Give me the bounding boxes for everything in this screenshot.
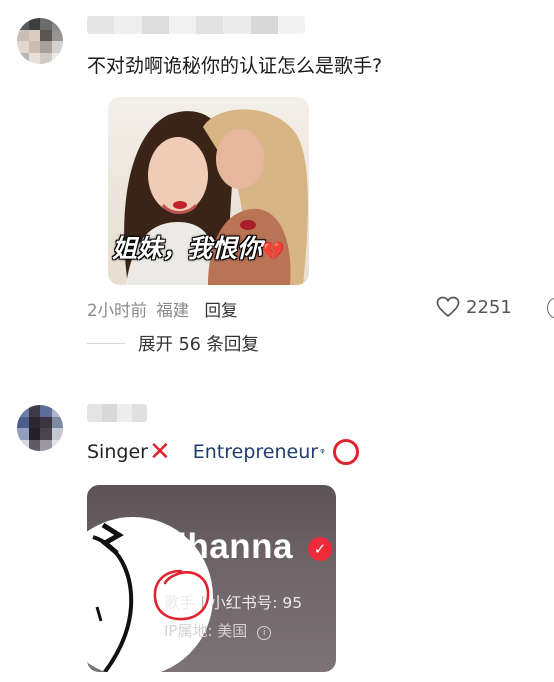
divider-line [87, 343, 125, 344]
expand-replies-label[interactable]: 展开 56 条回复 [138, 331, 259, 356]
comment-location: 福建 [156, 301, 190, 320]
expand-replies[interactable]: 展开 56 条回复 [87, 331, 259, 356]
comment-bubble-icon[interactable] [547, 298, 554, 318]
verified-check-icon: ✓ [308, 537, 332, 561]
profile-ip-line: IP属地: 美国 i [164, 620, 272, 641]
meme-image[interactable]: 姐妹，我恨你💔 [108, 97, 309, 285]
cross-mark-icon: ✕ [148, 437, 171, 467]
comment-meta: 2小时前 福建 回复 [87, 297, 238, 321]
profile-name: rihanna [163, 527, 293, 566]
circle-mark-icon [332, 439, 359, 465]
like-button[interactable]: 2251 [436, 296, 512, 318]
profile-id: 小红书号: 95 [210, 594, 303, 612]
profile-ip: IP属地: 美国 [164, 622, 248, 640]
profile-screenshot-image[interactable]: rihanna ✓ 歌手 | 小红书号: 95 IP属地: 美国 i [87, 485, 336, 672]
entrepreneur-link[interactable]: Entrepreneur [193, 441, 318, 463]
search-icon[interactable]: ᵠ [320, 446, 325, 459]
broken-heart-icon: 💔 [262, 241, 285, 262]
meme-caption: 姐妹，我恨你💔 [112, 234, 285, 263]
comment-time: 2小时前 [87, 301, 147, 320]
heart-icon [436, 296, 460, 318]
like-count: 2251 [466, 296, 512, 318]
singer-word: Singer [87, 441, 148, 463]
comment-text: Singer ✕ Entrepreneur ᵠ [87, 439, 359, 465]
username-blurred[interactable] [87, 404, 147, 422]
username-blurred[interactable] [87, 16, 305, 34]
info-icon: i [257, 626, 272, 640]
commenter-avatar[interactable] [17, 18, 63, 64]
comment-text: 不对劲啊诡秘你的认证怎么是歌手? [87, 55, 383, 77]
reply-button[interactable]: 回复 [205, 301, 238, 320]
red-annotation-circle [153, 569, 210, 621]
commenter-avatar[interactable] [17, 405, 63, 451]
